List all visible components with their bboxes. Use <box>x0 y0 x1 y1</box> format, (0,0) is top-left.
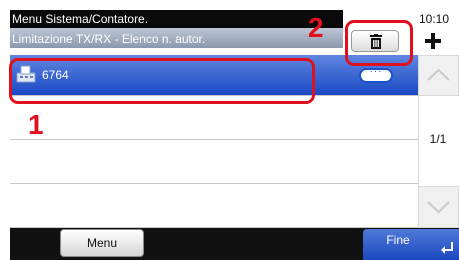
list-item[interactable] <box>10 140 418 184</box>
scroll-down-button[interactable] <box>418 186 459 228</box>
callout-number-1: 1 <box>28 109 44 140</box>
add-button[interactable] <box>413 30 453 52</box>
list-item[interactable] <box>10 184 418 228</box>
callout-number-2: 2 <box>308 12 324 43</box>
page-indicator: 1/1 <box>429 132 447 146</box>
callout-box-1 <box>9 58 315 104</box>
enter-arrow-icon <box>441 242 453 254</box>
scroll-up-button[interactable] <box>418 55 459 96</box>
callout-box-2 <box>345 20 413 66</box>
chevron-down-icon <box>427 201 450 214</box>
page-subtitle: Limitazione TX/RX - Elenco n. autor. <box>12 32 206 46</box>
done-button[interactable]: Fine <box>363 229 459 260</box>
detail-button[interactable]: ··· <box>359 66 393 83</box>
chevron-up-icon <box>427 68 450 81</box>
done-button-label: Fine <box>386 233 410 247</box>
menu-button-label: Menu <box>86 236 118 250</box>
menu-button[interactable]: Menu <box>60 229 144 257</box>
page-title: Menu Sistema/Contatore. <box>12 12 149 26</box>
clock: 10:10 <box>419 12 450 26</box>
